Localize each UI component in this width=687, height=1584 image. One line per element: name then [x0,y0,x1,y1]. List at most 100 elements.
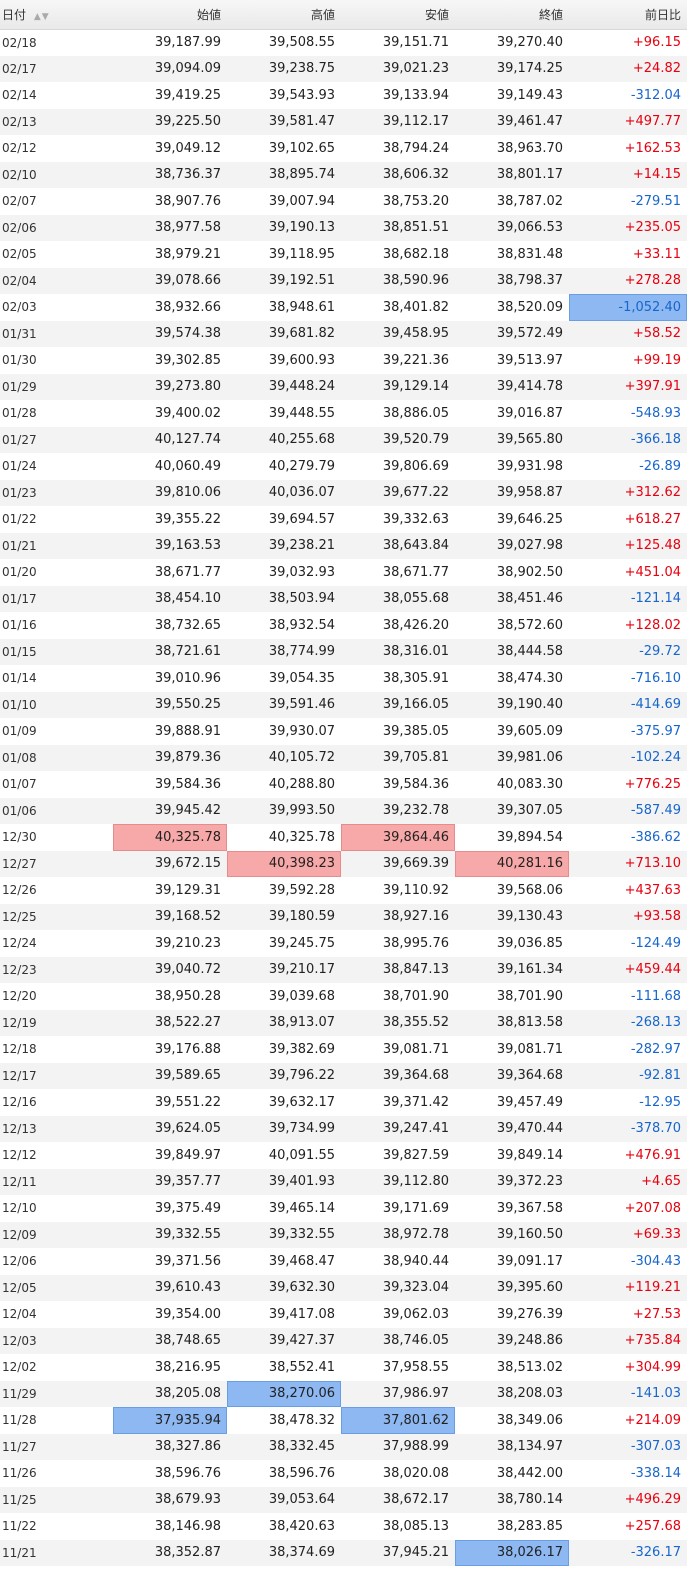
cell-date: 02/14 [0,82,113,109]
cell-change: +93.58 [569,903,687,930]
cell-open: 38,932.66 [113,294,227,321]
cell-low: 39,171.69 [341,1195,455,1222]
cell-low: 38,606.32 [341,161,455,188]
column-header-low: 安値 [341,0,455,30]
cell-high: 39,190.13 [227,214,341,241]
cell-change: -26.89 [569,453,687,480]
cell-high: 39,694.57 [227,506,341,533]
cell-high: 39,796.22 [227,1062,341,1089]
cell-high: 39,465.14 [227,1195,341,1222]
cell-low: 39,112.80 [341,1168,455,1195]
cell-change: +497.77 [569,108,687,135]
cell-date: 12/18 [0,1036,113,1063]
cell-change: -92.81 [569,1062,687,1089]
cell-open: 39,010.96 [113,665,227,692]
cell-date: 01/21 [0,532,113,559]
cell-change: -304.43 [569,1248,687,1275]
cell-change: -141.03 [569,1380,687,1407]
table-row: 11/28 37,935.94 38,478.32 37,801.62 38,349.0… [0,1407,687,1434]
cell-low: 38,672.17 [341,1486,455,1513]
cell-close: 38,798.37 [455,267,569,294]
cell-high: 39,192.51 [227,267,341,294]
table-row: 02/04 39,078.66 39,192.51 38,590.96 38,798.3… [0,267,687,294]
table-row: 02/05 38,979.21 39,118.95 38,682.18 38,831.4… [0,241,687,268]
price-history-table: 日付 ▲▼ 始値 高値 安値 終値 前日比 02/18 39,187.99 39,5… [0,0,687,1566]
cell-close: 39,276.39 [455,1301,569,1328]
cell-date: 11/29 [0,1380,113,1407]
cell-close: 40,083.30 [455,771,569,798]
cell-date: 01/28 [0,400,113,427]
cell-high: 38,932.54 [227,612,341,639]
table-row: 12/27 39,672.15 40,398.23 39,669.39 40,281.1… [0,850,687,877]
cell-date: 12/25 [0,903,113,930]
cell-change: +24.82 [569,55,687,82]
cell-change: +496.29 [569,1486,687,1513]
cell-change: +476.91 [569,1142,687,1169]
table-row: 01/09 39,888.91 39,930.07 39,385.05 39,605.0… [0,718,687,745]
cell-high: 39,591.46 [227,691,341,718]
cell-low: 38,794.24 [341,135,455,162]
cell-high: 39,417.08 [227,1301,341,1328]
cell-date: 12/02 [0,1354,113,1381]
column-header-date[interactable]: 日付 ▲▼ [0,0,113,30]
cell-open: 39,225.50 [113,108,227,135]
cell-date: 01/10 [0,691,113,718]
table-row: 01/21 39,163.53 39,238.21 38,643.84 39,027.9… [0,532,687,559]
table-row: 01/24 40,060.49 40,279.79 39,806.69 39,931.9… [0,453,687,480]
cell-high: 39,102.65 [227,135,341,162]
cell-low: 38,643.84 [341,532,455,559]
cell-close: 38,701.90 [455,983,569,1010]
cell-high: 40,279.79 [227,453,341,480]
cell-open: 39,049.12 [113,135,227,162]
cell-high: 38,420.63 [227,1513,341,1540]
cell-low: 38,746.05 [341,1327,455,1354]
cell-high: 38,332.45 [227,1433,341,1460]
cell-change: +735.84 [569,1327,687,1354]
cell-open: 39,574.38 [113,320,227,347]
cell-low: 37,945.21 [341,1539,455,1566]
cell-date: 01/17 [0,585,113,612]
cell-date: 11/28 [0,1407,113,1434]
cell-low: 38,682.18 [341,241,455,268]
cell-date: 12/06 [0,1248,113,1275]
table-row: 12/05 39,610.43 39,632.30 39,323.04 39,395.6… [0,1274,687,1301]
table-row: 01/16 38,732.65 38,932.54 38,426.20 38,572.6… [0,612,687,639]
column-header-change: 前日比 [569,0,687,30]
cell-high: 39,468.47 [227,1248,341,1275]
cell-open: 39,302.85 [113,347,227,374]
table-row: 01/20 38,671.77 39,032.93 38,671.77 38,902.5… [0,559,687,586]
cell-change: +119.21 [569,1274,687,1301]
cell-low: 38,316.01 [341,638,455,665]
cell-high: 40,036.07 [227,479,341,506]
cell-low: 38,753.20 [341,188,455,215]
cell-high: 38,948.61 [227,294,341,321]
table-row: 01/14 39,010.96 39,054.35 38,305.91 38,474.3… [0,665,687,692]
cell-change: +713.10 [569,850,687,877]
cell-open: 39,163.53 [113,532,227,559]
cell-close: 39,457.49 [455,1089,569,1116]
cell-change: +27.53 [569,1301,687,1328]
cell-low: 39,827.59 [341,1142,455,1169]
cell-change: -326.17 [569,1539,687,1566]
cell-date: 11/27 [0,1433,113,1460]
cell-close: 38,444.58 [455,638,569,665]
cell-close: 39,364.68 [455,1062,569,1089]
cell-high: 38,913.07 [227,1009,341,1036]
cell-low: 38,927.16 [341,903,455,930]
cell-close: 38,026.17 [455,1539,569,1566]
cell-high: 40,325.78 [227,824,341,851]
cell-close: 38,801.17 [455,161,569,188]
header-row: 日付 ▲▼ 始値 高値 安値 終値 前日比 [0,0,687,30]
cell-high: 39,681.82 [227,320,341,347]
cell-close: 38,787.02 [455,188,569,215]
cell-change: +125.48 [569,532,687,559]
sort-up-down-icon[interactable]: ▲▼ [34,12,50,22]
table-row: 12/30 40,325.78 40,325.78 39,864.46 39,894.5… [0,824,687,851]
cell-date: 12/12 [0,1142,113,1169]
cell-high: 38,596.76 [227,1460,341,1487]
cell-high: 40,288.80 [227,771,341,798]
cell-close: 39,248.86 [455,1327,569,1354]
table-row: 12/20 38,950.28 39,039.68 38,701.90 38,701.9… [0,983,687,1010]
cell-open: 38,671.77 [113,559,227,586]
cell-change: +99.19 [569,347,687,374]
